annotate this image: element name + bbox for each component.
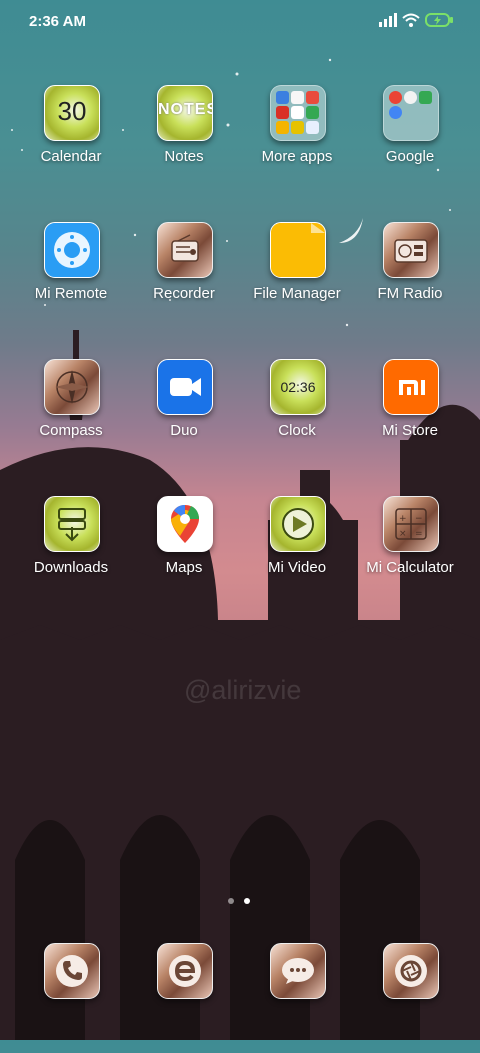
watermark: @alirizvie [184, 675, 302, 705]
app-label: Google [385, 148, 435, 165]
svg-text:+: + [399, 514, 407, 524]
page-dot[interactable] [228, 898, 234, 904]
clock-icon: 02:36 [270, 359, 326, 415]
app-mi-store[interactable]: Mi Store [350, 359, 470, 469]
calendar-icon: 30 [44, 85, 100, 141]
app-label: Duo [170, 422, 198, 439]
app-file-manager[interactable]: File Manager [237, 222, 357, 332]
app-label: Mi Video [267, 559, 327, 576]
folder-file-icon [270, 222, 326, 278]
status-time: 2:36 AM [29, 13, 86, 30]
app-compass[interactable]: Compass [11, 359, 131, 469]
app-label: Notes [164, 148, 204, 165]
folder-icon [383, 85, 439, 141]
dock-browser[interactable] [124, 943, 244, 1053]
app-label: Recorder [153, 285, 215, 302]
folder-icon [270, 85, 326, 141]
status-bar: 2:36 AM [0, 0, 480, 44]
messages-icon [270, 943, 326, 999]
app-label: Compass [39, 422, 103, 439]
dock-messages[interactable] [237, 943, 357, 1053]
play-icon [270, 496, 326, 552]
app-label: File Manager [253, 285, 341, 302]
app-label: Mi Calculator [366, 559, 454, 576]
wifi-icon [402, 13, 420, 27]
battery-charging-icon [425, 13, 453, 27]
app-label: FM Radio [377, 285, 443, 302]
compass-icon [44, 359, 100, 415]
page-dot-active[interactable] [244, 898, 250, 904]
radio-recorder-icon [157, 222, 213, 278]
page-indicator [228, 898, 250, 904]
camera-icon [383, 943, 439, 999]
folder-more-apps[interactable]: More apps [237, 85, 357, 195]
folder-google[interactable]: Google [350, 85, 470, 195]
clock-time: 02:36 [280, 379, 316, 395]
svg-text:×: × [399, 529, 407, 539]
app-clock[interactable]: 02:36 Clock [237, 359, 357, 469]
download-icon [44, 496, 100, 552]
video-camera-icon [157, 359, 213, 415]
notes-icon: NOTES [157, 85, 213, 141]
app-calendar[interactable]: 30 Calendar [11, 85, 131, 195]
radio-icon [383, 222, 439, 278]
app-label: Maps [165, 559, 203, 576]
app-label: Downloads [33, 559, 109, 576]
app-fm-radio[interactable]: FM Radio [350, 222, 470, 332]
calendar-date: 30 [57, 96, 87, 126]
app-mi-remote[interactable]: Mi Remote [11, 222, 131, 332]
phone-icon [44, 943, 100, 999]
browser-icon [157, 943, 213, 999]
app-label: More apps [261, 148, 333, 165]
dock-camera[interactable] [350, 943, 470, 1053]
app-mi-calculator[interactable]: + − × = Mi Calculator [350, 496, 470, 606]
notes-icon-text: NOTES [158, 101, 213, 118]
app-duo[interactable]: Duo [124, 359, 244, 469]
svg-text:−: − [415, 514, 423, 524]
app-label: Calendar [40, 148, 102, 165]
signal-icon [379, 13, 397, 27]
map-pin-icon [157, 496, 213, 552]
app-notes[interactable]: NOTES Notes [124, 85, 244, 195]
app-mi-video[interactable]: Mi Video [237, 496, 357, 606]
dock-phone[interactable] [11, 943, 131, 1053]
app-label: Mi Remote [34, 285, 108, 302]
status-icons [379, 13, 453, 27]
mi-logo-icon [383, 359, 439, 415]
app-downloads[interactable]: Downloads [11, 496, 131, 606]
app-maps[interactable]: Maps [124, 496, 244, 606]
app-recorder[interactable]: Recorder [124, 222, 244, 332]
calculator-icon: + − × = [383, 496, 439, 552]
remote-icon [44, 222, 100, 278]
app-label: Mi Store [382, 422, 438, 439]
svg-text:=: = [415, 529, 423, 539]
app-label: Clock [278, 422, 316, 439]
